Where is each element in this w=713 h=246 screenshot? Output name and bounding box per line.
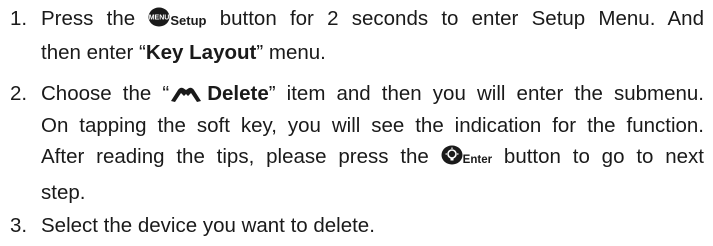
key-layout-label: Key Layout <box>145 40 257 64</box>
enter-button-icon <box>441 145 463 165</box>
step-1-line-2: then enter “Key Layout” menu. <box>41 40 326 64</box>
step-number: 1. <box>10 7 28 30</box>
step-2-line-1: Choose the “ Delete” item and then you w… <box>41 82 705 105</box>
menu-button-icon: MENU <box>148 7 170 27</box>
delete-label: Delete <box>207 82 269 105</box>
svg-text:MENU: MENU <box>149 15 170 22</box>
step-2-line-2: On tapping the soft key, you will see th… <box>41 113 704 137</box>
instruction-document: 1. Press the MENU Setup button for 2 sec… <box>0 0 713 246</box>
enter-button-label: Enter <box>462 154 493 166</box>
step-2-line-3: After reading the tips, please press the… <box>41 145 705 168</box>
delete-icon <box>169 84 203 104</box>
step-text: Press the MENU Setup button for 2 second… <box>41 3 704 68</box>
step-number: 2. <box>10 82 28 105</box>
step-1-line-1: Press the MENU Setup button for 2 second… <box>41 7 704 30</box>
step-text: Select the device you want to delete. <box>41 210 704 242</box>
step-number: 3. <box>10 214 28 237</box>
step-2-line-4: step. <box>41 180 86 204</box>
step-text: Choose the “ Delete” item and then you w… <box>41 78 704 208</box>
setup-button-label: Setup <box>170 13 207 28</box>
step-3-line-1: Select the device you want to delete. <box>41 214 375 237</box>
